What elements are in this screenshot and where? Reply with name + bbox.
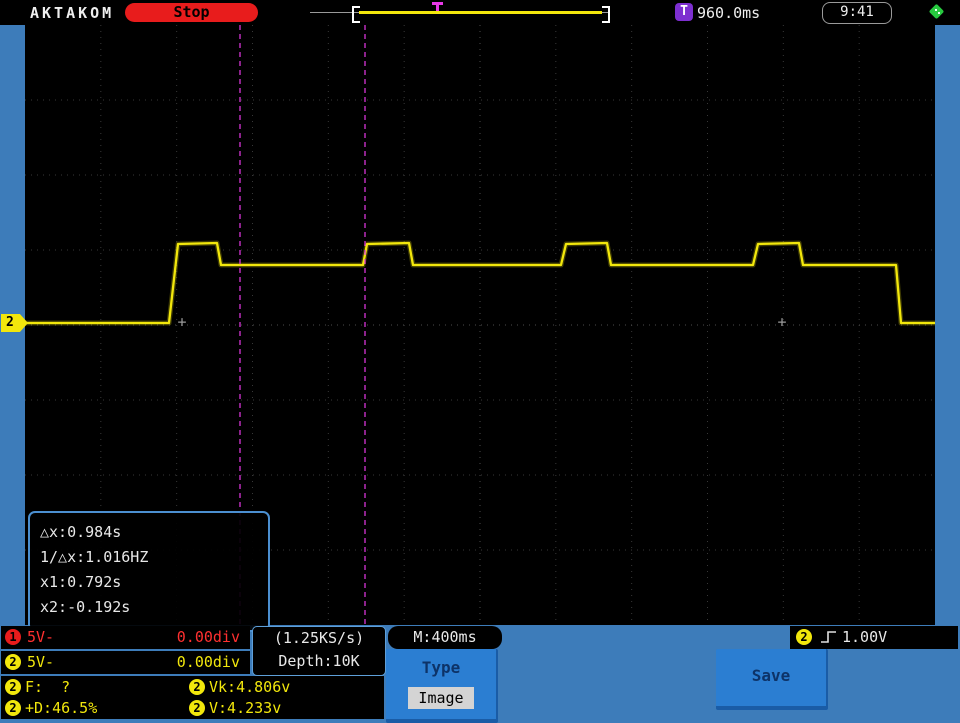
cursor-readout-freq: 1/△x:1.016HZ: [40, 548, 149, 566]
measurement-frequency: F: ?: [25, 678, 71, 696]
timebase-readout: M:400ms: [388, 626, 502, 649]
ch2-scale: 5V-: [27, 653, 55, 671]
display-window-bar: [359, 11, 602, 14]
memory-depth: Depth:10K: [278, 652, 360, 670]
status-area: 1 5V- 0.00div 2 5V- 0.00div (1.25KS/s) D…: [0, 625, 960, 723]
ch1-status: 1 5V- 0.00div: [1, 626, 250, 649]
usb-device-icon: [928, 3, 946, 21]
ch2-badge: 2: [5, 700, 21, 716]
save-button[interactable]: Save: [716, 649, 828, 710]
ch2-badge: 2: [189, 700, 205, 716]
waveform-screen: + + △x:0.984s 1/△x:1.016HZ x1:0.792s x2:-…: [25, 25, 935, 632]
trigger-status: 2 1.00V: [790, 626, 958, 649]
trigger-time-value: 960.0ms: [697, 4, 761, 22]
type-value-chip: Image: [408, 687, 474, 709]
cursor-readout-panel: △x:0.984s 1/△x:1.016HZ x1:0.792s x2:-0.1…: [28, 511, 270, 632]
trigger-level: 1.00V: [842, 628, 888, 646]
measurement-vk: Vk:4.806v: [209, 678, 291, 696]
trigger-t-icon: T: [675, 3, 693, 21]
oscilloscope-ui: AKTAKOM Stop T 960.0ms 9:41 + + △x:0.984s…: [0, 0, 960, 723]
svg-text:+: +: [177, 313, 186, 331]
measurement-row: 2 F: ? 2 Vk:4.806v: [1, 677, 384, 698]
cursor-readout-x2: x2:-0.192s: [40, 598, 131, 616]
ch1-badge: 1: [5, 629, 21, 645]
trigger-source-badge: 2: [796, 629, 812, 645]
measurement-duty: +D:46.5%: [25, 699, 98, 717]
ch1-offset: 0.00div: [176, 628, 240, 646]
type-button-label: Type: [421, 658, 461, 677]
measurements-panel: 2 F: ? 2 Vk:4.806v 2 +D:46.5% 2 V:4.233v: [1, 676, 384, 719]
ch2-status: 2 5V- 0.00div: [1, 651, 250, 674]
measurement-row: 2 +D:46.5% 2 V:4.233v: [1, 698, 384, 719]
acquisition-info: (1.25KS/s) Depth:10K: [252, 626, 386, 676]
cursor-readout-dx: △x:0.984s: [40, 523, 122, 541]
measurement-voltage: V:4.233v: [209, 699, 282, 717]
ch2-badge: 2: [5, 654, 21, 670]
brand-label: AKTAKOM: [30, 4, 115, 22]
top-bar: AKTAKOM Stop T 960.0ms 9:41: [0, 0, 960, 25]
svg-text:+: +: [777, 313, 786, 331]
sample-rate: (1.25KS/s): [273, 629, 365, 647]
ch2-badge: 2: [5, 679, 21, 695]
clock: 9:41: [822, 2, 892, 24]
trigger-position-marker-icon: [432, 2, 443, 11]
channel2-marker: 2: [1, 314, 28, 332]
rising-edge-icon: [821, 631, 836, 643]
cursor-readout-x1: x1:0.792s: [40, 573, 122, 591]
save-button-label: Save: [751, 666, 791, 685]
type-button[interactable]: Type Image: [386, 649, 498, 723]
ch2-offset: 0.00div: [176, 653, 240, 671]
ch1-scale: 5V-: [27, 628, 55, 646]
stop-button[interactable]: Stop: [125, 3, 258, 22]
window-bracket-right: [602, 6, 610, 23]
window-bracket-left: [352, 6, 360, 23]
ch2-badge: 2: [189, 679, 205, 695]
trigger-position-indicator: [310, 2, 615, 23]
